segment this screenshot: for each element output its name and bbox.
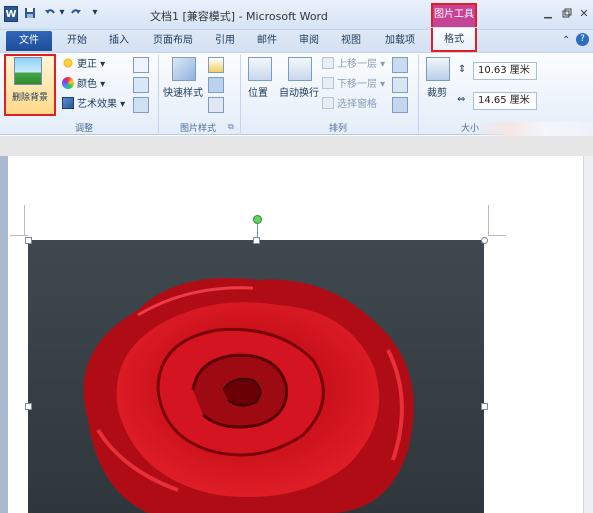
word-logo-icon[interactable]: W xyxy=(4,6,18,22)
margin-mark xyxy=(24,205,25,235)
artistic-effects-label: 艺术效果 xyxy=(77,99,117,110)
color-button[interactable]: 颜色 ▾ xyxy=(62,77,105,93)
save-icon[interactable] xyxy=(24,7,36,19)
artistic-effects-icon xyxy=(62,97,74,109)
resize-handle-right[interactable] xyxy=(481,403,488,410)
group-label-adjust: 调整 xyxy=(74,124,93,134)
rotate-icon[interactable] xyxy=(392,97,408,113)
wrap-text-label[interactable]: 自动换行 xyxy=(279,86,319,102)
width-value: 14.65 厘米 xyxy=(478,95,530,106)
width-input[interactable]: 14.65 厘米 xyxy=(473,92,537,110)
send-backward-icon xyxy=(322,77,334,89)
resize-handle-top-left[interactable] xyxy=(25,237,32,244)
height-icon: ⇕ xyxy=(458,64,467,75)
close-icon[interactable]: ✕ xyxy=(577,8,591,20)
tab-home[interactable]: 开始 xyxy=(62,31,92,51)
minimize-icon[interactable]: ▁ xyxy=(541,8,555,20)
tab-format[interactable]: 格式 xyxy=(431,28,477,52)
tab-mailings[interactable]: 邮件 xyxy=(252,31,282,51)
color-palette-icon xyxy=(62,77,74,89)
resize-handle-top-right[interactable] xyxy=(481,237,488,244)
picture-tools-context-label: 图片工具 xyxy=(431,3,477,27)
vertical-scrollbar[interactable] xyxy=(583,156,593,513)
picture-effects-icon[interactable] xyxy=(208,77,224,93)
quick-styles-icon[interactable] xyxy=(172,57,196,81)
remove-background-label: 删除背景 xyxy=(11,93,48,103)
restore-icon[interactable] xyxy=(560,8,574,20)
corrections-button[interactable]: 更正 ▾ xyxy=(62,57,105,73)
bring-forward-button[interactable]: 上移一层 ▾ xyxy=(322,57,385,73)
undo-icon[interactable] xyxy=(44,7,56,19)
redo-icon[interactable] xyxy=(70,7,82,19)
margin-mark xyxy=(10,235,28,236)
group-separator xyxy=(240,55,241,133)
position-icon[interactable] xyxy=(248,57,272,81)
rose-picture[interactable] xyxy=(28,240,484,513)
reset-picture-icon[interactable] xyxy=(133,97,149,113)
quick-styles-label[interactable]: 快速样式 xyxy=(163,86,203,102)
ruler-strip xyxy=(0,136,593,156)
send-backward-label: 下移一层 xyxy=(337,79,377,90)
selection-pane-label: 选择窗格 xyxy=(337,99,377,110)
resize-handle-left[interactable] xyxy=(25,403,32,410)
selection-pane-icon xyxy=(322,97,334,109)
tab-references[interactable]: 引用 xyxy=(210,31,240,51)
picture-layout-icon[interactable] xyxy=(208,97,224,113)
tab-review[interactable]: 审阅 xyxy=(294,31,324,51)
position-label[interactable]: 位置 xyxy=(248,86,268,102)
margin-mark xyxy=(488,205,489,235)
wrap-text-icon[interactable] xyxy=(288,57,312,81)
remove-background-icon xyxy=(14,57,42,85)
group-label-arrange: 排列 xyxy=(328,124,347,134)
crop-icon[interactable] xyxy=(426,57,450,81)
tab-file[interactable]: 文件 xyxy=(6,31,52,51)
color-label: 颜色 xyxy=(77,79,97,90)
selection-pane-button[interactable]: 选择窗格 xyxy=(322,97,377,113)
group-separator xyxy=(158,55,159,133)
sun-icon xyxy=(62,57,74,69)
tab-insert[interactable]: 插入 xyxy=(104,31,134,51)
help-icon[interactable]: ? xyxy=(576,33,589,46)
undo-dropdown-icon[interactable]: ▾ xyxy=(58,7,66,19)
rose-illustration xyxy=(28,240,484,513)
group-icon[interactable] xyxy=(392,77,408,93)
bring-forward-icon xyxy=(322,57,334,69)
tab-view[interactable]: 视图 xyxy=(336,31,366,51)
group-label-picture-styles: 图片样式 xyxy=(179,124,216,134)
send-backward-button[interactable]: 下移一层 ▾ xyxy=(322,77,385,93)
height-input[interactable]: 10.63 厘米 xyxy=(473,62,537,80)
width-icon: ⇔ xyxy=(457,94,466,105)
minimize-ribbon-icon[interactable]: ⌃ xyxy=(562,35,570,46)
height-value: 10.63 厘米 xyxy=(478,65,530,76)
artistic-effects-button[interactable]: 艺术效果 ▾ xyxy=(62,97,125,113)
corrections-label: 更正 xyxy=(77,59,97,70)
group-separator xyxy=(418,55,419,133)
document-title: 文档1 [兼容模式] - Microsoft Word xyxy=(150,10,328,23)
dialog-launcher-icon[interactable]: ⧉ xyxy=(228,122,234,132)
compress-pictures-icon[interactable] xyxy=(133,57,149,73)
crop-label[interactable]: 裁剪 xyxy=(427,86,447,102)
change-picture-icon[interactable] xyxy=(133,77,149,93)
margin-mark xyxy=(488,235,506,236)
align-icon[interactable] xyxy=(392,57,408,73)
tab-add-ins[interactable]: 加载项 xyxy=(380,31,420,51)
word-window: W ▾ ▾ 文档1 [兼容模式] - Microsoft Word 图片工具 ▁… xyxy=(0,0,593,513)
rotation-handle[interactable] xyxy=(253,215,262,224)
resize-handle-top[interactable] xyxy=(253,237,260,244)
tab-page-layout[interactable]: 页面布局 xyxy=(148,31,198,51)
bring-forward-label: 上移一层 xyxy=(337,59,377,70)
picture-border-icon[interactable] xyxy=(208,57,224,73)
customize-qat-icon[interactable]: ▾ xyxy=(90,7,100,19)
